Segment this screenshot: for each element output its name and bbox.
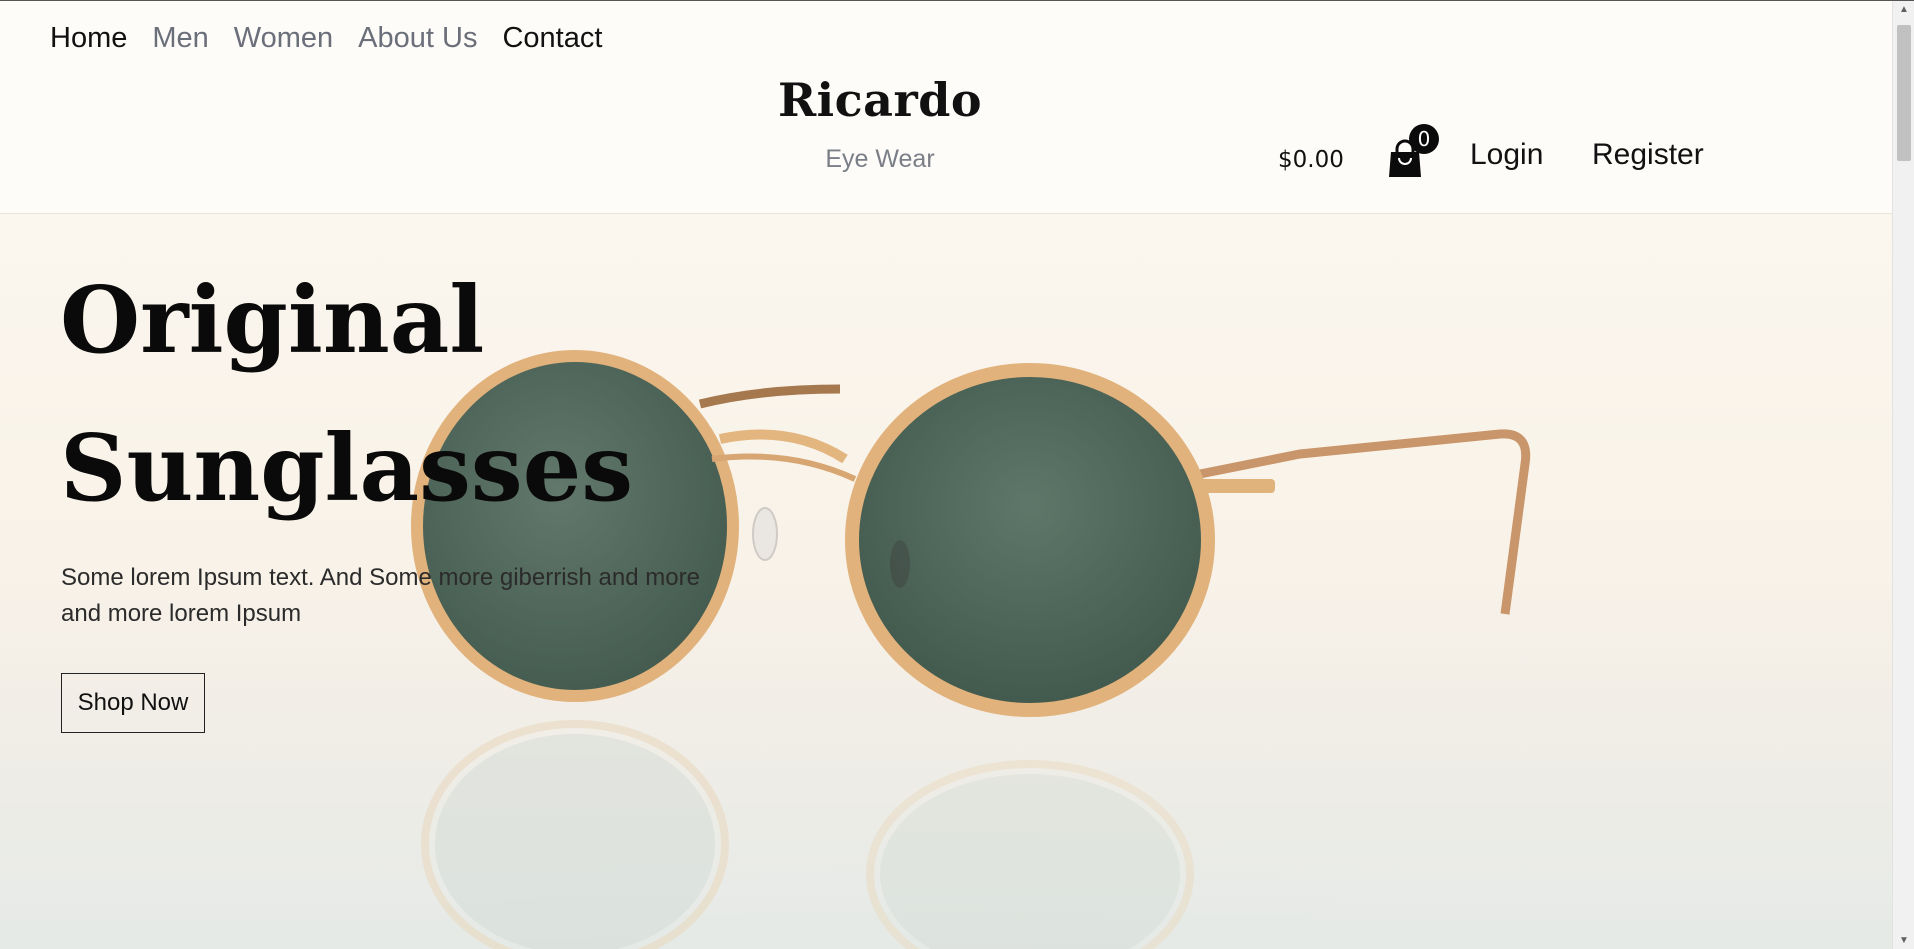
cart-total: $0.00 — [1278, 147, 1344, 173]
nav-women-link[interactable]: Women — [234, 19, 333, 57]
hero-title: Original Sunglasses — [60, 246, 633, 542]
hero-title-line2: Sunglasses — [60, 414, 634, 522]
nav-about-us-link[interactable]: About Us — [358, 19, 477, 57]
hero-description: Some lorem Ipsum text. And Some more gib… — [61, 564, 700, 627]
site-header: Home Men Women About Us Contact Ricardo … — [0, 1, 1892, 214]
brand-logo[interactable]: Ricardo — [0, 73, 1760, 127]
viewport: Home Men Women About Us Contact Ricardo … — [0, 1, 1892, 949]
vertical-scrollbar[interactable]: ▲ ▼ — [1892, 1, 1914, 949]
nav-contact-link[interactable]: Contact — [502, 19, 602, 57]
scroll-down-arrow-icon[interactable]: ▼ — [1893, 932, 1914, 949]
scrollbar-thumb[interactable] — [1897, 25, 1911, 161]
cart-count-badge: 0 — [1409, 124, 1439, 154]
nav-home-link[interactable]: Home — [50, 19, 127, 57]
register-link[interactable]: Register — [1592, 138, 1704, 172]
login-link[interactable]: Login — [1470, 138, 1543, 172]
scroll-up-arrow-icon[interactable]: ▲ — [1893, 1, 1914, 19]
nav-men-link[interactable]: Men — [152, 19, 208, 57]
shop-now-button[interactable]: Shop Now — [61, 673, 205, 733]
hero-banner: Original Sunglasses Some lorem Ipsum tex… — [0, 214, 1892, 949]
page: Home Men Women About Us Contact Ricardo … — [0, 0, 1914, 949]
hero-title-line1: Original — [60, 266, 485, 374]
main-nav: Home Men Women About Us Contact — [50, 19, 627, 57]
